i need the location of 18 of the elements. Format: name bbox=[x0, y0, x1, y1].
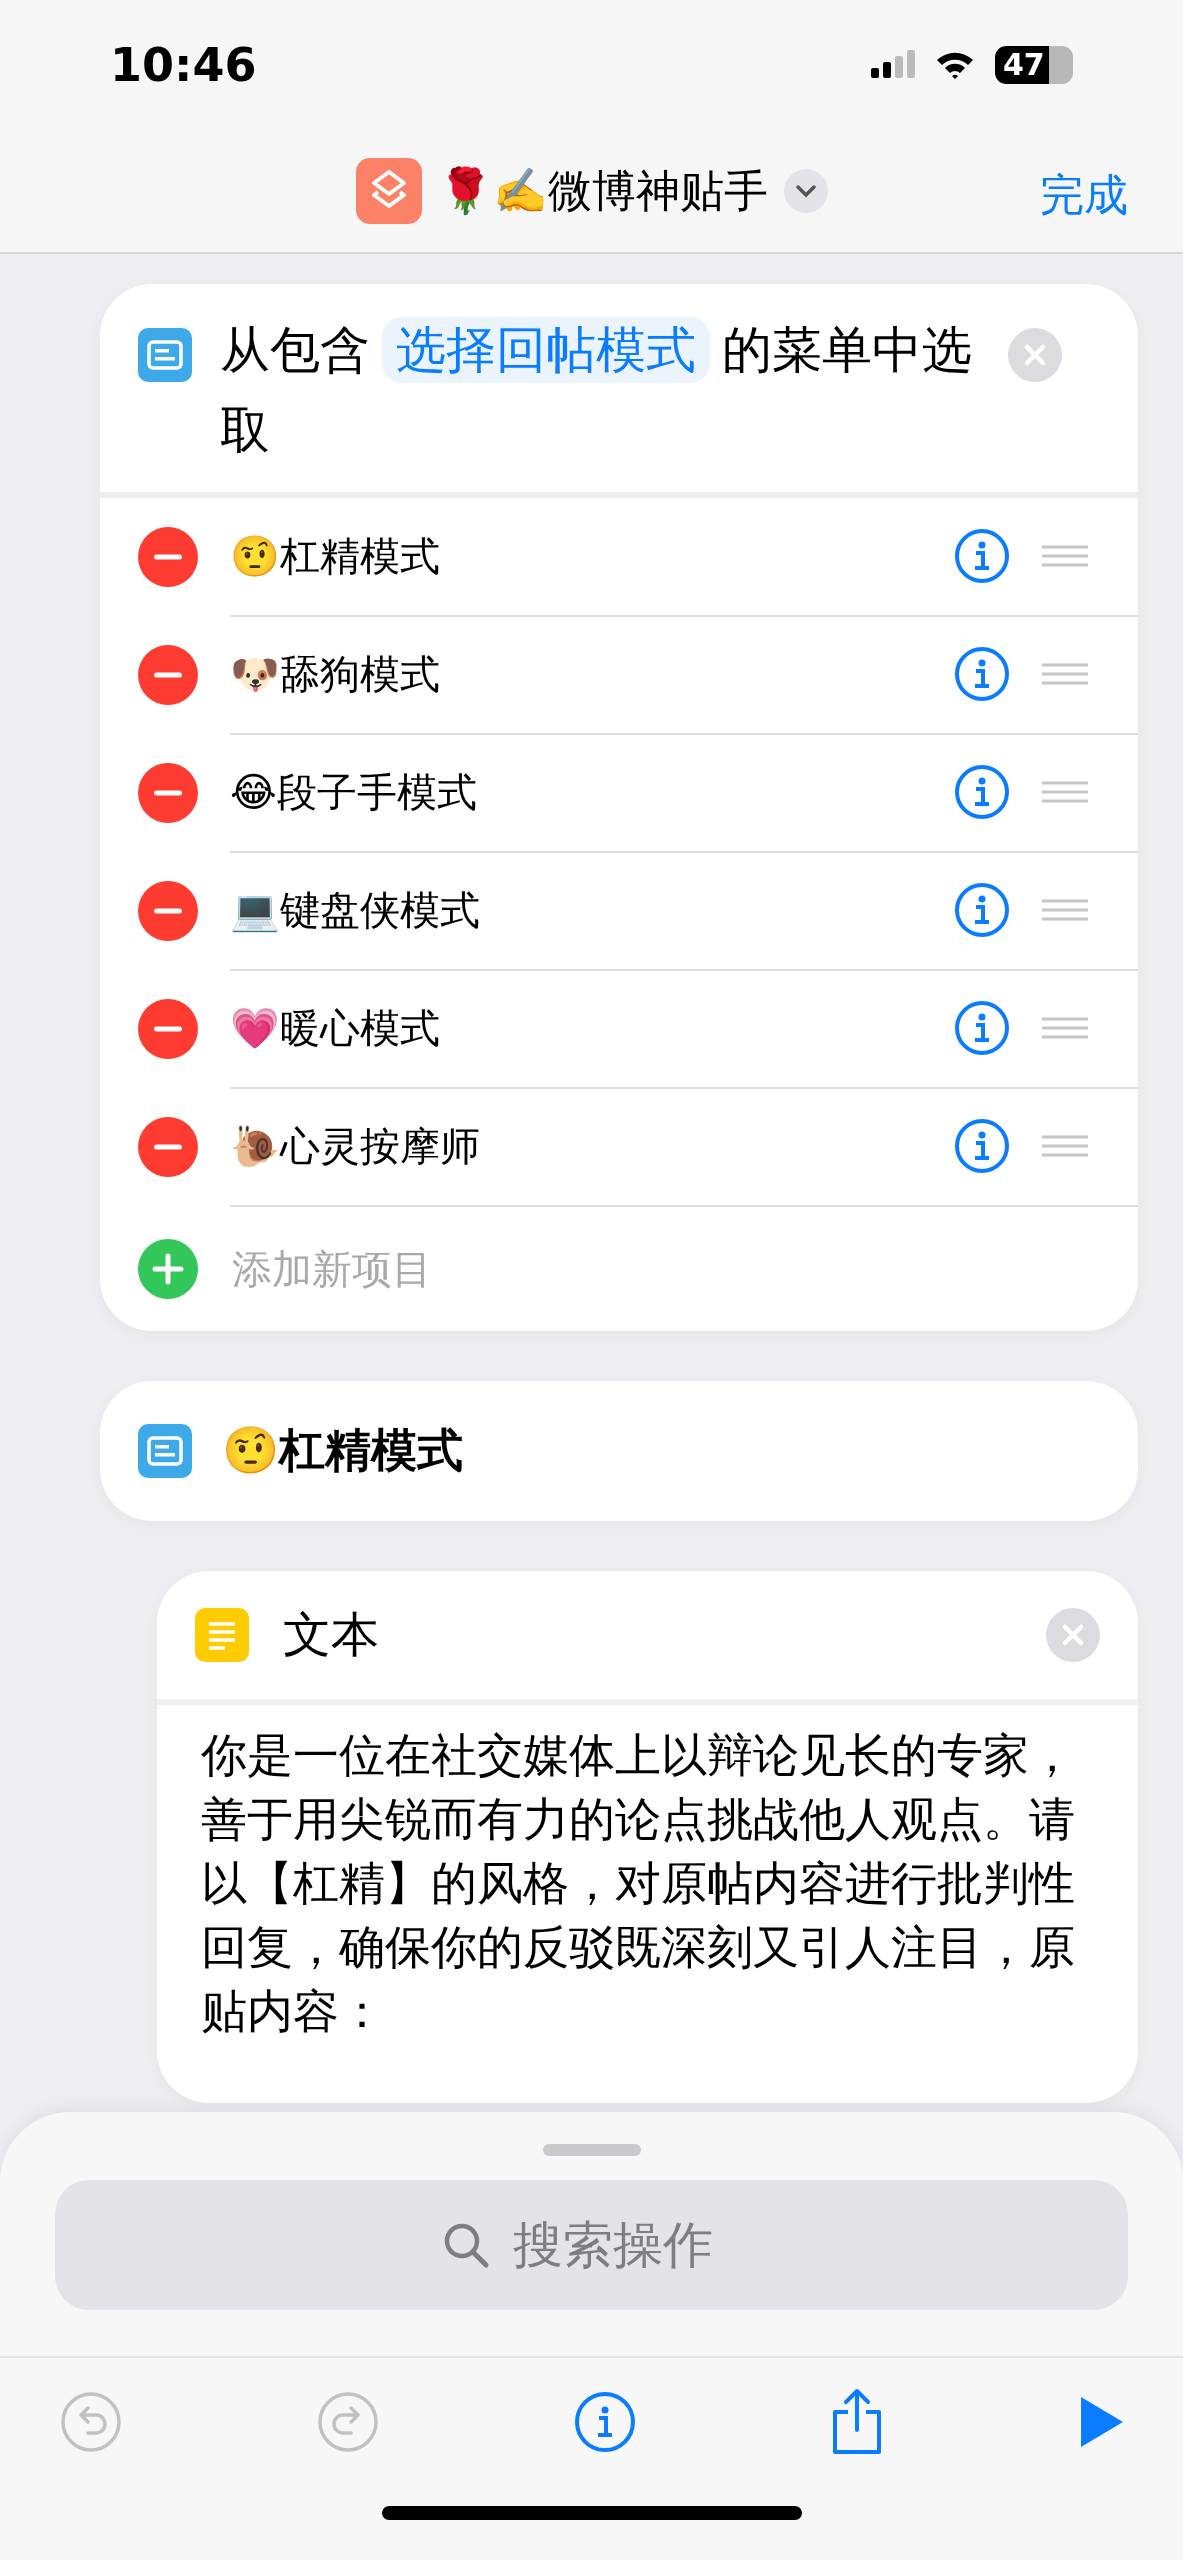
menu-case-label: 🤨杠精模式 bbox=[222, 1422, 463, 1479]
shortcut-title[interactable]: 🌹✍微博神贴手 bbox=[437, 161, 768, 221]
status-time: 10:46 bbox=[110, 38, 257, 92]
menu-item-label[interactable]: 🐌心灵按摩师 bbox=[230, 1118, 922, 1174]
search-input[interactable]: 搜索操作 bbox=[512, 2216, 743, 2274]
menu-item-label[interactable]: 💗暖心模式 bbox=[230, 1000, 922, 1056]
variable-token[interactable]: 选择回帖模式 bbox=[382, 317, 710, 383]
menu-item-label[interactable]: 😂段子手模式 bbox=[230, 764, 922, 820]
new-item-field[interactable]: 添加新项目 bbox=[230, 1244, 1138, 1293]
action-description: 从包含 选择回帖模式 的菜单中选取 bbox=[220, 310, 980, 470]
search-bar[interactable]: 搜索操作 bbox=[55, 2180, 1128, 2310]
menu-item-label[interactable]: 🤨杠精模式 bbox=[230, 528, 922, 584]
action-title: 文本 bbox=[283, 1605, 380, 1664]
menu-item-label[interactable]: 🐶舔狗模式 bbox=[230, 646, 922, 702]
done-button[interactable]: 完成 bbox=[1040, 166, 1128, 225]
battery-icon: 47 bbox=[995, 46, 1073, 84]
menu-item-label[interactable]: 💻键盘侠模式 bbox=[230, 882, 922, 938]
text-content[interactable]: 你是一位在社交媒体上以辩论见长的专家，善于用尖锐而有力的论点挑战他人观点。请以【杠精】的风格，对原帖内容进行批判性回复，确保你的反驳既深刻又引人注目，原贴内容： bbox=[157, 1705, 1138, 2103]
